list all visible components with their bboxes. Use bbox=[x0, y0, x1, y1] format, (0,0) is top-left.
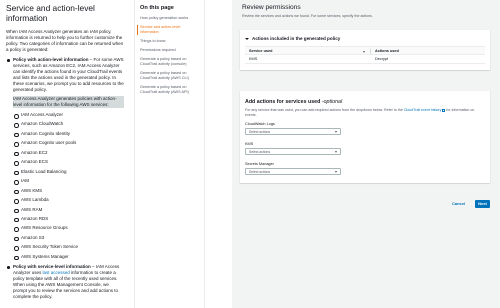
doc-title: Service and action-level information bbox=[6, 3, 95, 23]
column-header-service-used[interactable]: Service used bbox=[245, 47, 370, 54]
toc-link-generate-console[interactable]: Generate a policy based on CloudTrail ac… bbox=[140, 57, 198, 67]
service-item: Elastic Load Balancing bbox=[13, 167, 124, 176]
toc-link-generate-api[interactable]: Generate a policy based on CloudTrail ac… bbox=[140, 85, 198, 95]
add-actions-description: For any service that was used, you can a… bbox=[245, 108, 483, 117]
review-permissions-console: Review permissions Review the services a… bbox=[232, 0, 500, 308]
toc-link-things-to-know[interactable]: Things to know bbox=[140, 39, 198, 44]
service-item: AWS RAM bbox=[13, 205, 124, 214]
toc-active-indicator bbox=[137, 25, 138, 35]
on-this-page-nav: On this page How policy generation works… bbox=[137, 0, 198, 308]
select-placeholder: Select actions bbox=[249, 150, 271, 154]
documentation-panel: Service and action-level information Whe… bbox=[0, 0, 130, 308]
service-item: Amazon CloudWatch bbox=[13, 119, 124, 129]
service-item: AWS Security Token Service bbox=[13, 242, 124, 252]
doc-bullet-service-level: Policy with service-level information – … bbox=[6, 264, 124, 300]
toc-link-how-policy-generation-works[interactable]: How policy generation works bbox=[140, 16, 198, 21]
actions-included-header[interactable]: Actions included in the generated policy bbox=[245, 36, 340, 42]
chevron-down-icon bbox=[335, 151, 337, 153]
add-actions-title-text: Add actions for services used bbox=[245, 99, 321, 105]
service-item: Amazon S3 bbox=[13, 233, 124, 242]
select-actions-kms[interactable]: Select actions bbox=[245, 148, 341, 155]
column-header-actions-used: Actions used bbox=[375, 49, 399, 53]
select-actions-secrets-manager[interactable]: Select actions bbox=[245, 168, 341, 175]
actions-included-card: Actions included in the generated policy… bbox=[240, 30, 490, 70]
cell-service: KMS bbox=[249, 57, 258, 61]
chevron-down-icon bbox=[335, 131, 337, 133]
select-actions-cloudwatch-logs[interactable]: Select actions bbox=[245, 128, 341, 135]
toc-title: On this page bbox=[140, 5, 174, 11]
doc-intro: When IAM Access Analyzer generates an IA… bbox=[6, 29, 124, 52]
toc-link-permissions-required[interactable]: Permissions required bbox=[140, 48, 198, 53]
last-accessed-link[interactable]: last accessed bbox=[43, 270, 70, 275]
actions-included-title: Actions included in the generated policy bbox=[252, 36, 341, 41]
field-label-kms: KMS bbox=[245, 142, 254, 146]
sort-icon[interactable] bbox=[363, 50, 365, 53]
service-list: IAM Access Analyzer Amazon CloudWatch Am… bbox=[13, 110, 124, 261]
service-item: AWS Lambda bbox=[13, 195, 124, 205]
doc-bullet-text: – For some AWS services, such as Amazon … bbox=[13, 57, 124, 92]
service-item: Amazon Cognito user pools bbox=[13, 138, 124, 148]
doc-bullet-list: Policy with action-level information – F… bbox=[6, 57, 124, 300]
highlighted-text: IAM Access Analyzer generates policies w… bbox=[13, 96, 124, 108]
service-item: Amazon RDS bbox=[13, 214, 124, 223]
service-item: AWS KMS bbox=[13, 186, 124, 195]
field-label-cloudwatch-logs: CloudWatch Logs bbox=[245, 122, 275, 126]
page-title: Review permissions bbox=[242, 4, 301, 11]
service-item: AWS Systems Manager bbox=[13, 252, 124, 261]
description-text: For any service that was used, you can a… bbox=[245, 108, 404, 112]
panel-divider bbox=[204, 0, 205, 308]
add-actions-title: Add actions for services used -optional bbox=[245, 99, 342, 105]
caret-down-icon bbox=[245, 37, 249, 40]
doc-bullet-title: Policy with service-level information bbox=[13, 264, 91, 270]
cell-actions: Decrypt bbox=[375, 57, 389, 61]
toc-link-generate-cli[interactable]: Generate a policy based on CloudTrail ac… bbox=[140, 71, 198, 81]
field-label-secrets-manager: Secrets Manager bbox=[245, 162, 274, 166]
chevron-down-icon bbox=[335, 171, 337, 173]
select-placeholder: Select actions bbox=[249, 170, 271, 174]
table-row: KMS Decrypt bbox=[245, 55, 485, 64]
optional-label: -optional bbox=[320, 99, 343, 105]
service-item: IAM bbox=[13, 176, 124, 186]
column-label: Service used bbox=[249, 49, 273, 53]
service-item: Amazon Cognito Identity bbox=[13, 129, 124, 138]
service-item: Amazon EC2 bbox=[13, 148, 124, 157]
doc-bullet-action-level: Policy with action-level information – F… bbox=[6, 57, 124, 261]
table-header: Service used Actions used bbox=[245, 46, 485, 55]
service-item: AWS Resource Groups bbox=[13, 223, 124, 233]
select-placeholder: Select actions bbox=[249, 130, 271, 134]
doc-bullet-title: Policy with action-level information bbox=[13, 57, 89, 62]
service-item: IAM Access Analyzer bbox=[13, 110, 124, 119]
service-item: Amazon ECS bbox=[13, 157, 124, 167]
toc-link-service-action-level[interactable]: Service and action-level information bbox=[140, 25, 198, 35]
cancel-button[interactable]: Cancel bbox=[452, 201, 465, 207]
panel-divider bbox=[134, 0, 135, 308]
actions-table: Service used Actions used KMS Decrypt bbox=[245, 46, 485, 64]
add-actions-card: Add actions for services used -optional … bbox=[240, 91, 490, 183]
next-button[interactable]: Next bbox=[475, 200, 490, 208]
cloudtrail-event-history-link[interactable]: CloudTrail event history bbox=[404, 108, 442, 112]
page-description: Review the services and actions we found… bbox=[242, 14, 373, 18]
